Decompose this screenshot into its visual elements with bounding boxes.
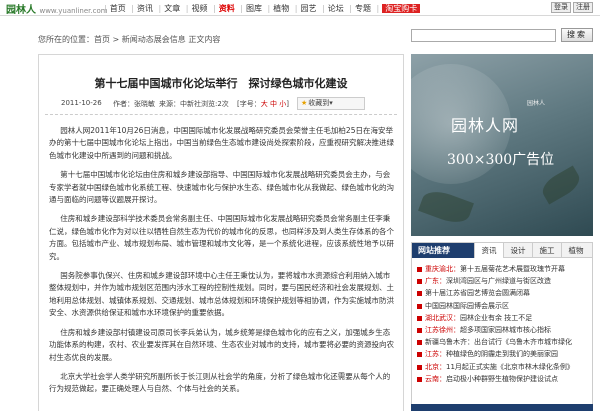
- article-title: 第十七届中国城市化论坛举行 探讨绿色城市化建设: [94, 77, 348, 90]
- article-paragraph: 住房和城乡建设部村镇建设司原司长李兵弟认为，城乡统筹是绿色城市化的应有之义，加强…: [49, 327, 394, 362]
- bullet-icon: [417, 267, 422, 272]
- nav-item-gardening[interactable]: 园艺: [300, 4, 316, 13]
- article-date: 2011-10-26: [61, 99, 102, 107]
- meta-divider: [45, 114, 397, 115]
- article-source: 来源：中新社: [159, 100, 201, 108]
- recommend-list: 重庆渝北：第十五届菊花艺术展暨玫瑰节开幕 广东：深圳湾园区与广州绿道与街区改造 …: [416, 263, 590, 385]
- register-button[interactable]: 注册: [573, 2, 593, 13]
- article-panel: 第十七届中国城市化论坛举行 探讨绿色城市化建设 2011-10-26 作者：张晓…: [38, 54, 404, 411]
- tab-news[interactable]: 资讯: [474, 243, 503, 258]
- article-body: 园林人网2011年10月26日消息，中国国际城市化发展战略研究委员会荣誉主任毛加…: [49, 125, 395, 403]
- list-item[interactable]: 云南：启动极小种群野生植物保护建设试点: [416, 373, 590, 385]
- list-item[interactable]: 江苏：种植绿色的阴霾走到我们的美丽家园: [416, 348, 590, 360]
- bullet-icon: [417, 352, 422, 358]
- leaf-decoration: [418, 186, 474, 228]
- article-paragraph: 住房和城乡建设部科学技术委员会常务副主任、中国国际城市化发展战略研究委员会常务副…: [49, 214, 394, 261]
- nav-item-forum[interactable]: 论坛: [328, 4, 344, 13]
- list-item[interactable]: 第十届江苏省园艺博览会圆满闭幕: [416, 287, 590, 299]
- leaf-decoration: [538, 165, 584, 205]
- bullet-icon: [417, 279, 422, 285]
- recommend-tabs: 网站推荐 资讯 设计 施工 植物: [412, 243, 592, 258]
- recommend-panel: 网站推荐 资讯 设计 施工 植物 重庆渝北：第十五届菊花艺术展暨玫瑰节开幕 广东…: [411, 242, 593, 411]
- search-input[interactable]: [411, 29, 556, 42]
- article-author: 作者：张晓敏: [113, 100, 155, 108]
- list-item[interactable]: 新疆乌鲁木齐：出台试行《乌鲁木齐市城市绿化: [416, 336, 590, 348]
- login-button[interactable]: 登录: [551, 2, 571, 13]
- nav-item-video[interactable]: 视频: [191, 4, 207, 13]
- list-item[interactable]: 湖北武汉：园林企业有余 技工不足: [416, 312, 590, 324]
- next-section-header: [411, 404, 593, 411]
- nav-item-plants[interactable]: 植物: [273, 4, 289, 13]
- nav-item-home[interactable]: 首页: [110, 4, 126, 13]
- site-logo[interactable]: 园林人 www.yuanliner.com: [6, 1, 108, 16]
- font-large-link[interactable]: 大: [261, 100, 268, 108]
- list-item[interactable]: 江苏徐州：超多项国家园林城市核心指标: [416, 324, 590, 336]
- nav-item-shop[interactable]: 淘宝购卡: [382, 4, 421, 13]
- bullet-icon: [417, 315, 422, 321]
- list-item[interactable]: 广东：深圳湾园区与广州绿道与街区改造: [416, 275, 590, 287]
- recommend-heading: 网站推荐: [412, 243, 474, 258]
- bullet-icon: [417, 364, 422, 370]
- font-size-control: [字号：大 中 小]: [237, 100, 289, 108]
- tab-construction[interactable]: 施工: [532, 243, 561, 258]
- article-paragraph: 北京大学社会学人类学研究所副所长于长江则从社会学的角度，分析了绿色城市化还需要从…: [49, 371, 391, 394]
- bullet-icon: [417, 376, 422, 382]
- nav-item-topics[interactable]: 专题: [355, 4, 371, 13]
- list-item[interactable]: 重庆渝北：第十五届菊花艺术展暨玫瑰节开幕: [416, 263, 590, 275]
- list-item[interactable]: 北京：11月起正式实施《北京市林木绿化条例》: [416, 361, 590, 373]
- article-meta: 2011-10-26 作者：张晓敏 来源：中新社 浏览:2次 [字号：大 中 小…: [39, 97, 403, 113]
- ad-title: 园林人网: [451, 116, 520, 135]
- top-nav-bar: 园林人 www.yuanliner.com | 首页 | 资讯 | 文章 | 视频 | 资…: [0, 0, 600, 16]
- article-paragraph: 第十七届中国城市化论坛由住房和城乡建设部指导、中国国际城市化发展战略研究委员会主…: [49, 170, 394, 205]
- ad-subtitle: 300×300广告位: [447, 152, 555, 168]
- breadcrumb: 您所在的位置：首页 > 新闻动态展会信息 正文内容: [38, 35, 221, 44]
- nav-item-articles[interactable]: 文章: [164, 4, 180, 13]
- bullet-icon: [417, 303, 422, 309]
- main-nav: | 首页 | 资讯 | 文章 | 视频 | 资料 | 图库 | 植物 | 园艺 | 论坛 | 专题 …: [104, 3, 423, 14]
- favorite-button[interactable]: ★收藏到▾: [297, 97, 365, 110]
- font-medium-link[interactable]: 中: [270, 100, 277, 108]
- bullet-icon: [417, 327, 422, 333]
- tab-plants[interactable]: 植物: [561, 243, 590, 258]
- nav-item-news[interactable]: 资讯: [137, 4, 153, 13]
- star-icon: ★: [301, 99, 308, 107]
- nav-item-gallery[interactable]: 图库: [246, 4, 262, 13]
- ad-banner[interactable]: 园林人 园林人网 300×300广告位: [411, 54, 593, 236]
- nav-item-materials[interactable]: 资料: [219, 4, 235, 13]
- tab-design[interactable]: 设计: [503, 243, 532, 258]
- list-item[interactable]: 中国园林国际园博会展示区: [416, 300, 590, 312]
- article-paragraph: 国务院参事仇保兴、住房和城乡建设部环境中心主任王秉忱认为，要将城市水资源综合利用…: [49, 271, 394, 318]
- ad-brand: 园林人: [527, 100, 546, 107]
- bullet-icon: [417, 291, 422, 297]
- search-button[interactable]: 搜索: [561, 28, 593, 42]
- bullet-icon: [417, 340, 422, 346]
- article-paragraph: 园林人网2011年10月26日消息，中国国际城市化发展战略研究委员会荣誉主任毛加…: [49, 126, 394, 160]
- article-views: 浏览:2次: [201, 100, 229, 108]
